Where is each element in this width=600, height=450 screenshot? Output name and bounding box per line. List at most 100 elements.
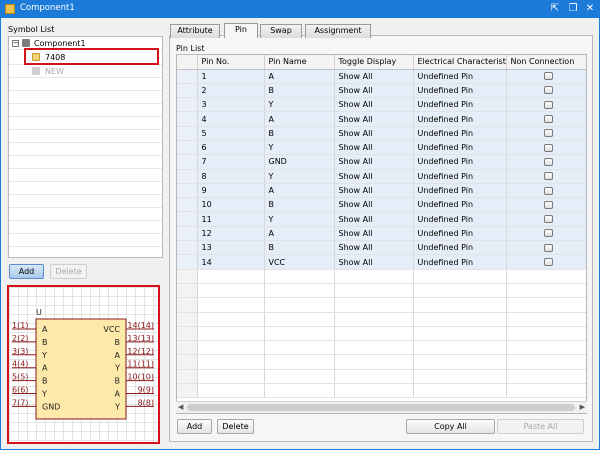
cell-pin-name[interactable]: A [264,226,335,242]
cell-toggle-display[interactable]: Show All [334,240,414,256]
row-header[interactable] [177,197,198,213]
table-row[interactable]: 8 Y Show All Undefined Pin [177,169,586,184]
non-connection-checkbox[interactable] [544,200,553,209]
cell-pin-no[interactable]: 4 [197,111,265,127]
col-pin-no[interactable]: Pin No. [197,55,265,70]
paste-all-button[interactable]: Paste All [497,419,584,434]
cell-pin-no[interactable]: 1 [197,69,265,84]
cell-non-connection[interactable] [506,226,586,242]
table-row[interactable]: 9 A Show All Undefined Pin [177,183,586,199]
cell-non-connection[interactable] [506,111,586,127]
cell-toggle-display[interactable]: Show All [334,69,414,84]
table-row[interactable]: 14 VCC Show All Undefined Pin [177,254,586,270]
cell-electrical[interactable]: Undefined Pin [413,97,507,113]
collapse-icon[interactable]: − [12,40,19,47]
cell-pin-no[interactable]: 14 [197,254,265,270]
table-row[interactable]: 2 B Show All Undefined Pin [177,83,586,99]
row-header[interactable] [177,97,198,113]
non-connection-checkbox[interactable] [544,243,553,252]
cell-toggle-display[interactable]: Show All [334,154,414,170]
cell-pin-no[interactable]: 10 [197,197,265,213]
cell-toggle-display[interactable]: Show All [334,111,414,127]
pin-delete-button[interactable]: Delete [217,419,254,434]
cell-electrical[interactable]: Undefined Pin [413,169,507,184]
cell-toggle-display[interactable]: Show All [334,169,414,184]
cell-pin-no[interactable]: 13 [197,240,265,256]
cell-pin-name[interactable]: Y [264,140,335,156]
scroll-thumb[interactable] [187,404,575,411]
row-header[interactable] [177,83,198,99]
table-row[interactable]: 10 B Show All Undefined Pin [177,197,586,213]
cell-toggle-display[interactable]: Show All [334,226,414,242]
cell-pin-no[interactable]: 3 [197,97,265,113]
non-connection-checkbox[interactable] [544,86,553,95]
symbol-add-button[interactable]: Add [9,264,44,279]
cell-electrical[interactable]: Undefined Pin [413,69,507,84]
non-connection-checkbox[interactable] [544,115,553,124]
symbol-list[interactable]: − Component1 7408 NEW [8,36,163,258]
cell-pin-name[interactable]: A [264,69,335,84]
cell-electrical[interactable]: Undefined Pin [413,154,507,170]
cell-electrical[interactable]: Undefined Pin [413,126,507,141]
cell-pin-name[interactable]: B [264,197,335,213]
tab-pin[interactable]: Pin [224,23,258,38]
table-row[interactable]: 1 A Show All Undefined Pin [177,69,586,84]
cell-pin-name[interactable]: Y [264,169,335,184]
cell-pin-name[interactable]: Y [264,211,335,227]
cell-pin-name[interactable]: B [264,240,335,256]
row-header[interactable] [177,183,198,199]
cell-pin-name[interactable]: Y [264,97,335,113]
pin-add-button[interactable]: Add [177,419,212,434]
non-connection-checkbox[interactable] [544,258,553,266]
non-connection-checkbox[interactable] [544,143,553,152]
maximize-icon[interactable]: ❐ [566,2,580,16]
cell-non-connection[interactable] [506,97,586,113]
row-header[interactable] [177,140,198,156]
cell-non-connection[interactable] [506,154,586,170]
cell-non-connection[interactable] [506,254,586,270]
row-header[interactable] [177,69,198,84]
col-electrical[interactable]: Electrical Characteristics [413,55,507,70]
cell-toggle-display[interactable]: Show All [334,97,414,113]
table-row[interactable]: 12 A Show All Undefined Pin [177,226,586,242]
cell-electrical[interactable]: Undefined Pin [413,183,507,199]
non-connection-checkbox[interactable] [544,186,553,195]
table-row[interactable]: 6 Y Show All Undefined Pin [177,140,586,156]
col-non-connection[interactable]: Non Connection [506,55,586,70]
cell-pin-no[interactable]: 6 [197,140,265,156]
cell-toggle-display[interactable]: Show All [334,126,414,141]
row-header[interactable] [177,126,198,141]
col-toggle-display[interactable]: Toggle Display [334,55,414,70]
cell-pin-name[interactable]: GND [264,154,335,170]
tree-item-new[interactable]: NEW [9,65,162,78]
close-icon[interactable]: ✕ [583,2,597,16]
cell-electrical[interactable]: Undefined Pin [413,240,507,256]
cell-electrical[interactable]: Undefined Pin [413,83,507,99]
cell-toggle-display[interactable]: Show All [334,254,414,270]
cell-pin-name[interactable]: A [264,183,335,199]
table-row[interactable]: 13 B Show All Undefined Pin [177,240,586,256]
col-pin-name[interactable]: Pin Name [264,55,335,70]
table-row[interactable]: 11 Y Show All Undefined Pin [177,211,586,227]
cell-electrical[interactable]: Undefined Pin [413,254,507,270]
cell-electrical[interactable]: Undefined Pin [413,140,507,156]
non-connection-checkbox[interactable] [544,172,553,181]
cell-non-connection[interactable] [506,69,586,84]
cell-non-connection[interactable] [506,140,586,156]
cell-electrical[interactable]: Undefined Pin [413,211,507,227]
cell-electrical[interactable]: Undefined Pin [413,197,507,213]
cell-pin-name[interactable]: B [264,83,335,99]
row-header[interactable] [177,226,198,242]
cell-pin-no[interactable]: 2 [197,83,265,99]
cell-pin-name[interactable]: VCC [264,254,335,270]
cell-non-connection[interactable] [506,240,586,256]
non-connection-checkbox[interactable] [544,157,553,166]
cell-non-connection[interactable] [506,83,586,99]
cell-toggle-display[interactable]: Show All [334,140,414,156]
cell-pin-no[interactable]: 5 [197,126,265,141]
non-connection-checkbox[interactable] [544,100,553,109]
horizontal-scrollbar[interactable]: ◀ ▶ [176,401,587,413]
cell-pin-name[interactable]: B [264,126,335,141]
copy-all-button[interactable]: Copy All [406,419,495,434]
row-header[interactable] [177,240,198,256]
